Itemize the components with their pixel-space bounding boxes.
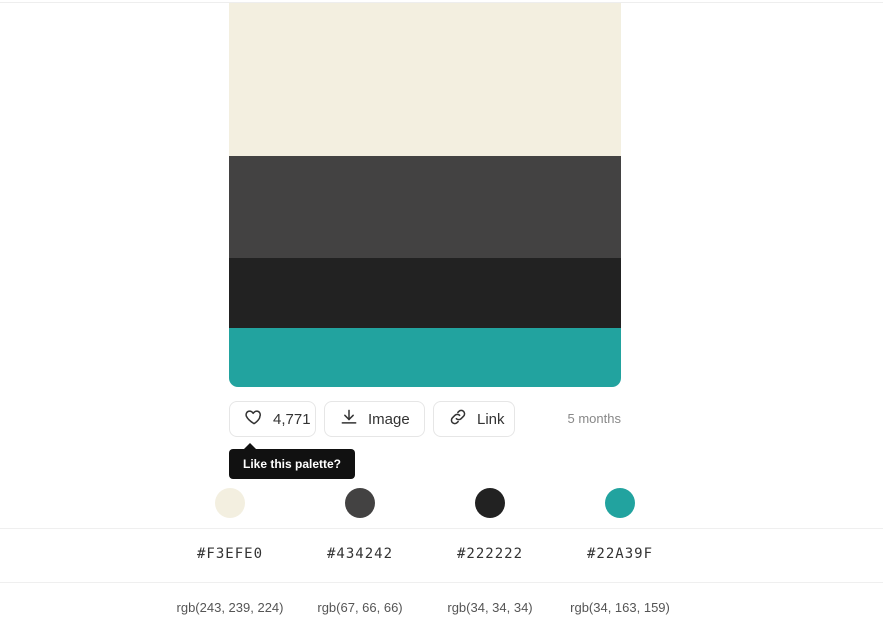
download-icon [339, 407, 359, 431]
color-dot-2[interactable] [345, 488, 375, 518]
like-button[interactable]: 4,771 [229, 401, 316, 437]
rgb-value-2[interactable]: rgb(67, 66, 66) [317, 600, 402, 615]
hex-value-2[interactable]: #434242 [327, 546, 393, 562]
palette-actions: 4,771 Image Link 5 months [229, 401, 621, 439]
swatch-3[interactable] [229, 258, 621, 328]
hex-value-3[interactable]: #222222 [457, 546, 523, 562]
image-button[interactable]: Image [324, 401, 425, 437]
like-tooltip: Like this palette? [229, 443, 355, 479]
link-button[interactable]: Link [433, 401, 515, 437]
palette-preview[interactable] [229, 3, 621, 387]
color-dot-1[interactable] [215, 488, 245, 518]
link-label: Link [477, 410, 505, 428]
link-icon [448, 407, 468, 431]
hex-value-4[interactable]: #22A39F [587, 546, 653, 562]
palette-age: 5 months [567, 411, 621, 426]
swatch-1[interactable] [229, 3, 621, 156]
rgb-value-1[interactable]: rgb(243, 239, 224) [177, 600, 284, 615]
color-dots [0, 488, 883, 518]
color-dot-3[interactable] [475, 488, 505, 518]
rgb-value-3[interactable]: rgb(34, 34, 34) [447, 600, 532, 615]
swatch-2[interactable] [229, 156, 621, 258]
heart-icon [244, 407, 264, 431]
like-count: 4,771 [273, 410, 311, 428]
rgb-value-4[interactable]: rgb(34, 163, 159) [570, 600, 670, 615]
color-dot-4[interactable] [605, 488, 635, 518]
rgb-row-top-divider [0, 582, 883, 583]
hex-row-top-divider [0, 528, 883, 529]
swatch-4[interactable] [229, 328, 621, 387]
image-label: Image [368, 410, 410, 428]
hex-value-1[interactable]: #F3EFE0 [197, 546, 263, 562]
